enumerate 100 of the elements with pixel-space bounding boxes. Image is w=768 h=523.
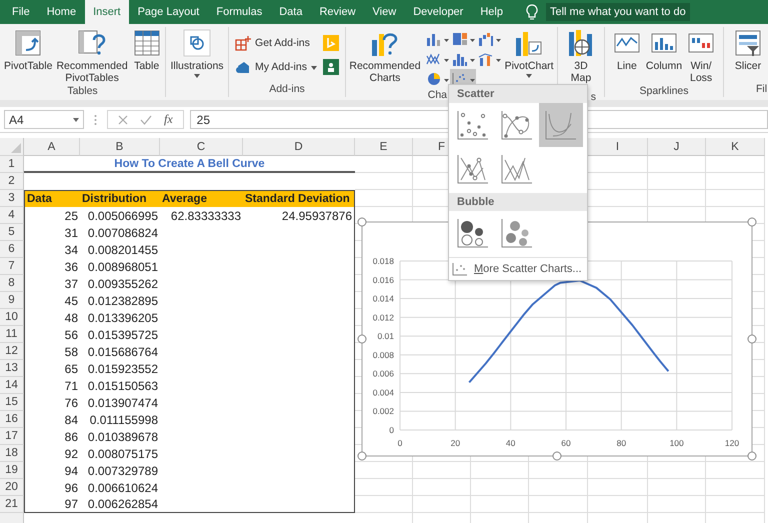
column-header[interactable]: A <box>24 138 80 156</box>
addin-icon <box>235 59 252 75</box>
empty-cell <box>588 496 648 513</box>
ribbon-button[interactable]: Slicer <box>732 27 764 83</box>
resize-handle[interactable] <box>358 218 366 226</box>
axis-tick-label: 120 <box>724 438 740 448</box>
ribbon-button[interactable]: Table <box>130 27 163 85</box>
row-header[interactable]: 6 <box>0 241 24 258</box>
row-header[interactable]: 21 <box>0 496 24 513</box>
row-header[interactable]: 12 <box>0 343 24 360</box>
addin-shortcut-button[interactable] <box>322 59 339 75</box>
row-header[interactable]: 17 <box>0 428 24 445</box>
ribbon-button[interactable]: Illustrations <box>169 27 225 83</box>
sheet-title: How To Create A Bell Curve <box>24 156 355 173</box>
axis-tick-label: 0.006 <box>372 368 394 379</box>
row-header[interactable]: 2 <box>0 173 24 190</box>
caret-icon <box>496 58 501 62</box>
shapes-icon <box>182 28 212 58</box>
row-header[interactable]: 18 <box>0 445 24 462</box>
ribbon-button[interactable]: Recommended Charts <box>348 27 422 89</box>
row-header[interactable]: 4 <box>0 207 24 224</box>
header-cell: Distribution <box>80 190 160 207</box>
waterfall-icon <box>478 32 494 46</box>
empty-cell <box>413 496 471 513</box>
row-header[interactable]: 15 <box>0 394 24 411</box>
bubble-3d-icon <box>501 218 533 248</box>
axis-tick-label: 40 <box>506 438 516 448</box>
resize-handle[interactable] <box>358 452 366 460</box>
ribbon-button[interactable]: Column <box>644 27 684 85</box>
row-header[interactable]: 14 <box>0 377 24 394</box>
row-header[interactable]: 20 <box>0 479 24 496</box>
bing-icon <box>322 35 339 51</box>
group-label: Add-ins <box>269 83 305 95</box>
table-cell: 31 <box>24 224 80 241</box>
axis-tick-label: 80 <box>616 438 626 448</box>
empty-cell <box>588 479 648 496</box>
column-header[interactable]: D <box>243 138 355 156</box>
resize-handle[interactable] <box>748 452 756 460</box>
header-cell: Average <box>160 190 243 207</box>
ribbon-tab[interactable]: Insert <box>85 0 129 24</box>
histogram-icon <box>452 52 468 66</box>
row-header[interactable]: 1 <box>0 156 24 173</box>
ribbon-tab[interactable]: Formulas <box>208 0 270 24</box>
resize-handle[interactable] <box>552 452 562 460</box>
empty-cell <box>706 156 765 173</box>
axis-tick-label: 0 <box>398 438 402 448</box>
row-header[interactable]: 7 <box>0 258 24 275</box>
ribbon-tab[interactable]: View <box>364 0 404 24</box>
ribbon-button[interactable]: Line <box>610 27 643 85</box>
row-header[interactable]: 9 <box>0 292 24 309</box>
empty-cell <box>706 462 765 479</box>
row-header[interactable]: 11 <box>0 326 24 343</box>
tell-me-field[interactable]: Tell me what you want to do <box>546 3 690 21</box>
store-icon <box>235 35 252 51</box>
ribbon-tab[interactable]: Home <box>38 0 84 24</box>
ribbon-button[interactable]: PivotTable <box>3 27 54 85</box>
caret-icon <box>73 118 79 122</box>
name-box[interactable]: A4 <box>4 110 84 129</box>
group-label: Fil <box>756 83 768 95</box>
section-header: Scatter <box>449 85 587 103</box>
row-header[interactable]: 13 <box>0 360 24 377</box>
caret-icon <box>496 38 501 42</box>
empty-cell <box>413 462 471 479</box>
empty-cell <box>648 156 706 173</box>
row-header[interactable]: 3 <box>0 190 24 207</box>
ribbon-button[interactable]: My Add-ins <box>235 59 317 75</box>
caret-icon <box>444 58 449 62</box>
row-header[interactable]: 5 <box>0 224 24 241</box>
ribbon-tab[interactable]: Data <box>271 0 310 24</box>
more-scatter-charts-link[interactable]: More Scatter Charts... <box>449 257 587 280</box>
row-header[interactable]: 8 <box>0 275 24 292</box>
column-header[interactable]: J <box>648 138 706 156</box>
row-header[interactable]: 10 <box>0 309 24 326</box>
ribbon-button[interactable]: Win/ Loss <box>685 27 718 85</box>
empty-cell <box>529 462 588 479</box>
resize-handle[interactable] <box>748 218 756 226</box>
ribbon-tab[interactable]: Page Layout <box>130 0 208 24</box>
ribbon-tab[interactable]: File <box>4 0 38 24</box>
column-header[interactable]: K <box>706 138 765 156</box>
column-header[interactable]: E <box>355 138 413 156</box>
table-cell-text: 0.005066995 <box>86 208 159 224</box>
insert-function-button[interactable]: fx <box>164 112 173 127</box>
ribbon-button[interactable]: Get Add-ins <box>235 35 317 51</box>
row-header[interactable]: 19 <box>0 462 24 479</box>
row-header[interactable]: 16 <box>0 411 24 428</box>
table-cell: 34 <box>24 241 80 258</box>
resize-handle[interactable] <box>358 334 366 344</box>
ribbon-button[interactable]: Recommended PivotTables <box>55 27 129 85</box>
cancel-icon[interactable] <box>118 114 128 124</box>
column-header[interactable]: C <box>160 138 243 156</box>
ribbon-tab[interactable]: Developer <box>405 0 472 24</box>
column-header[interactable]: I <box>588 138 648 156</box>
empty-cell <box>706 479 765 496</box>
table-cell: 76 <box>24 394 80 411</box>
pie-chart-icon <box>426 72 442 86</box>
check-icon[interactable] <box>140 114 152 124</box>
ribbon-tab[interactable]: Review <box>311 0 364 24</box>
ribbon-tab[interactable]: Help <box>472 0 511 24</box>
column-header[interactable]: B <box>80 138 160 156</box>
resize-handle[interactable] <box>748 334 756 344</box>
